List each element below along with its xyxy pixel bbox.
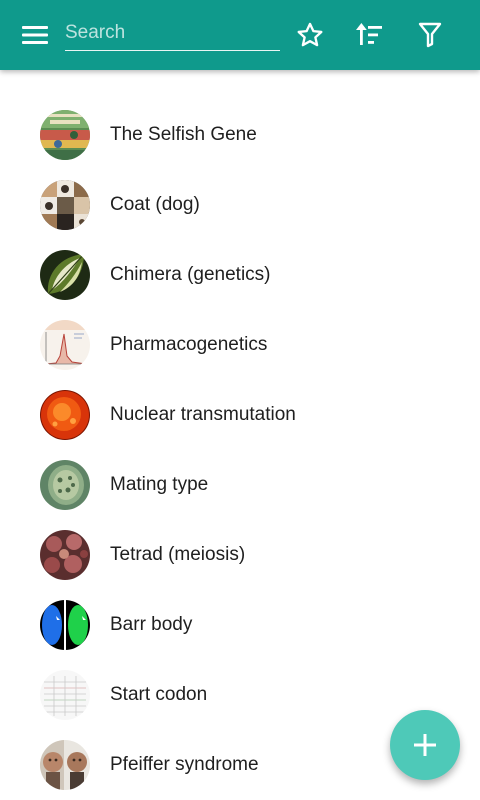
fluorescent-nuclei-thumbnail: [40, 600, 90, 650]
item-title: Pfeiffer syndrome: [110, 754, 259, 775]
spores-thumbnail: [40, 530, 90, 580]
list-item[interactable]: Chimera (genetics): [0, 240, 480, 310]
sort-icon: [356, 23, 382, 45]
portrait-thumbnail: [40, 740, 90, 790]
item-title: Tetrad (meiosis): [110, 544, 246, 565]
sort-button[interactable]: [347, 12, 393, 58]
list-item[interactable]: Tetrad (meiosis): [0, 520, 480, 590]
list-item[interactable]: Pharmacogenetics: [0, 310, 480, 380]
sun-thumbnail: [40, 390, 90, 440]
codon-table-thumbnail: [40, 670, 90, 720]
list-item[interactable]: The Selfish Gene: [0, 100, 480, 170]
star-outline-icon: [297, 22, 323, 47]
article-list: The Selfish Gene Coat (dog) Chimera (gen…: [0, 100, 480, 800]
filter-button[interactable]: [407, 12, 453, 58]
item-title: Start codon: [110, 684, 208, 705]
list-item[interactable]: Barr body: [0, 590, 480, 660]
plus-icon: [414, 734, 436, 756]
search-input[interactable]: [65, 14, 280, 50]
cell-thumbnail: [40, 460, 90, 510]
item-title: Barr body: [110, 614, 193, 635]
item-title: Coat (dog): [110, 194, 200, 215]
graph-thumbnail: [40, 320, 90, 370]
app-bar: [0, 0, 480, 70]
item-title: Chimera (genetics): [110, 264, 271, 285]
search-field: [65, 14, 280, 51]
item-title: Nuclear transmutation: [110, 404, 296, 425]
add-button[interactable]: [390, 710, 460, 780]
menu-icon: [22, 26, 48, 44]
dog-collage-thumbnail: [40, 180, 90, 230]
list-item[interactable]: Coat (dog): [0, 170, 480, 240]
item-title: Mating type: [110, 474, 209, 495]
list-item[interactable]: Nuclear transmutation: [0, 380, 480, 450]
item-title: The Selfish Gene: [110, 124, 257, 145]
menu-button[interactable]: [12, 12, 58, 58]
item-title: Pharmacogenetics: [110, 334, 268, 355]
list-item[interactable]: Mating type: [0, 450, 480, 520]
book-cover-thumbnail: [40, 110, 90, 160]
filter-icon: [418, 22, 442, 48]
variegated-leaf-thumbnail: [40, 250, 90, 300]
favorites-button[interactable]: [287, 12, 333, 58]
